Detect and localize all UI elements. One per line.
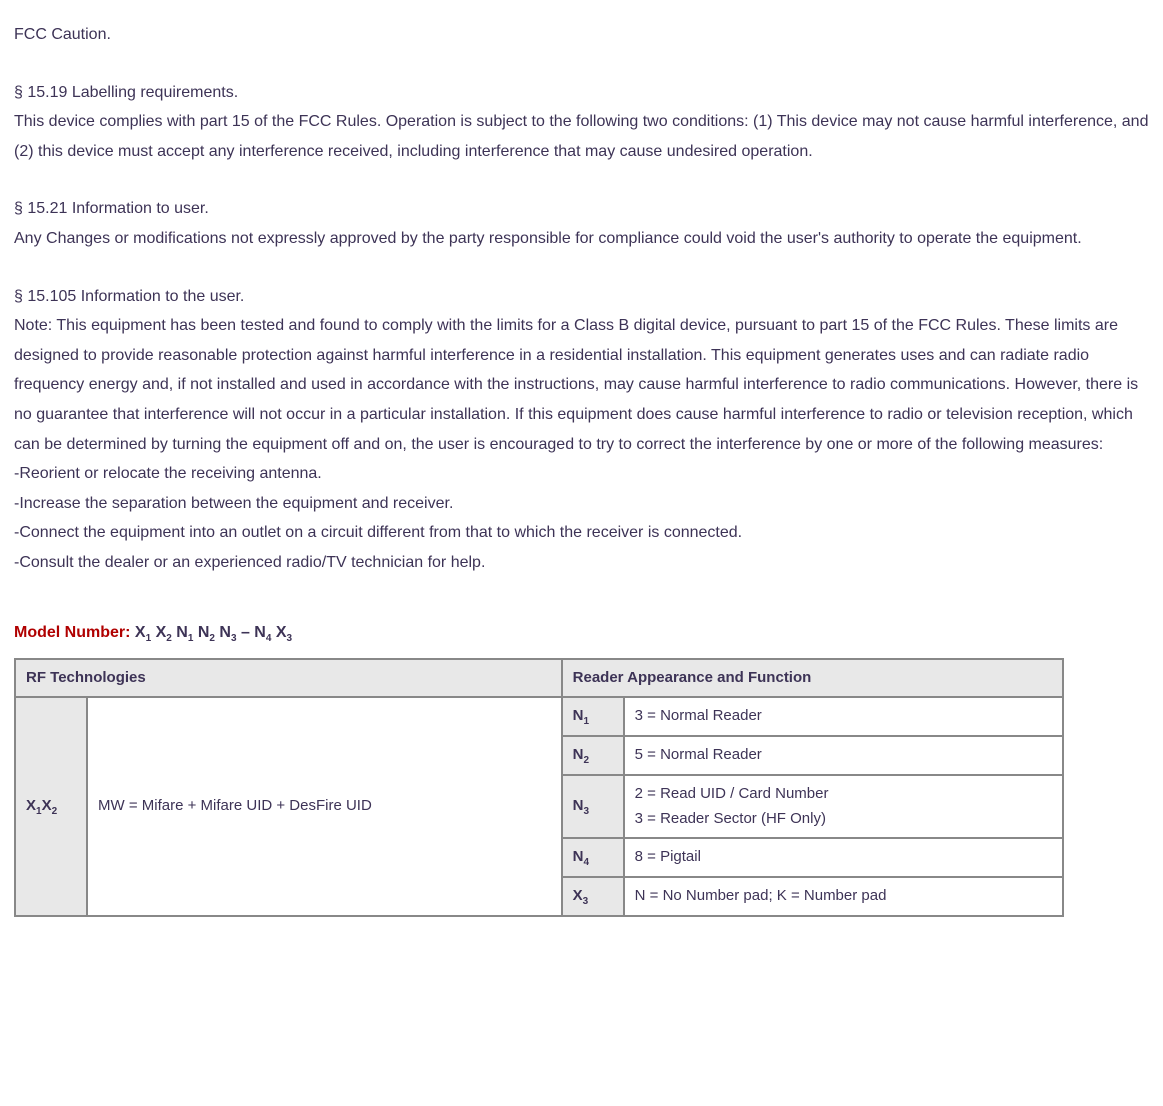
section-15105-heading: § 15.105 Information to the user. [14, 282, 1149, 312]
table-key-n3: N3 [562, 775, 624, 838]
table-key-n2: N2 [562, 736, 624, 775]
table-val-n3: 2 = Read UID / Card Number3 = Reader Sec… [624, 775, 1063, 838]
fcc-caution-heading: FCC Caution. [14, 20, 1149, 50]
table-key-n1: N1 [562, 697, 624, 736]
model-number-label: Model Number: [14, 624, 135, 641]
table-val-x3: N = No Number pad; K = Number pad [624, 877, 1063, 916]
model-decode-table: RF Technologies Reader Appearance and Fu… [14, 658, 1064, 917]
table-header-reader: Reader Appearance and Function [562, 659, 1063, 697]
table-key-x1x2: X1X2 [15, 697, 87, 916]
bullet-4: -Consult the dealer or an experienced ra… [14, 548, 1149, 578]
bullet-2: -Increase the separation between the equ… [14, 489, 1149, 519]
model-number-pattern: X1 X2 N1 N2 N3 – N4 X3 [135, 624, 292, 641]
section-1521-body: Any Changes or modifications not express… [14, 224, 1149, 254]
section-1519-heading: § 15.19 Labelling requirements. [14, 78, 1149, 108]
section-1519-body: This device complies with part 15 of the… [14, 107, 1149, 166]
table-val-mw: MW = Mifare + Mifare UID + DesFire UID [87, 697, 562, 916]
section-1521-heading: § 15.21 Information to user. [14, 194, 1149, 224]
table-val-n1: 3 = Normal Reader [624, 697, 1063, 736]
bullet-1: -Reorient or relocate the receiving ante… [14, 459, 1149, 489]
table-val-n2: 5 = Normal Reader [624, 736, 1063, 775]
table-key-n4: N4 [562, 838, 624, 877]
table-header-rf: RF Technologies [15, 659, 562, 697]
table-key-x3: X3 [562, 877, 624, 916]
section-15105-body: Note: This equipment has been tested and… [14, 311, 1149, 459]
bullet-3: -Connect the equipment into an outlet on… [14, 518, 1149, 548]
table-val-n4: 8 = Pigtail [624, 838, 1063, 877]
model-number-line: Model Number: X1 X2 N1 N2 N3 – N4 X3 [14, 618, 1149, 649]
